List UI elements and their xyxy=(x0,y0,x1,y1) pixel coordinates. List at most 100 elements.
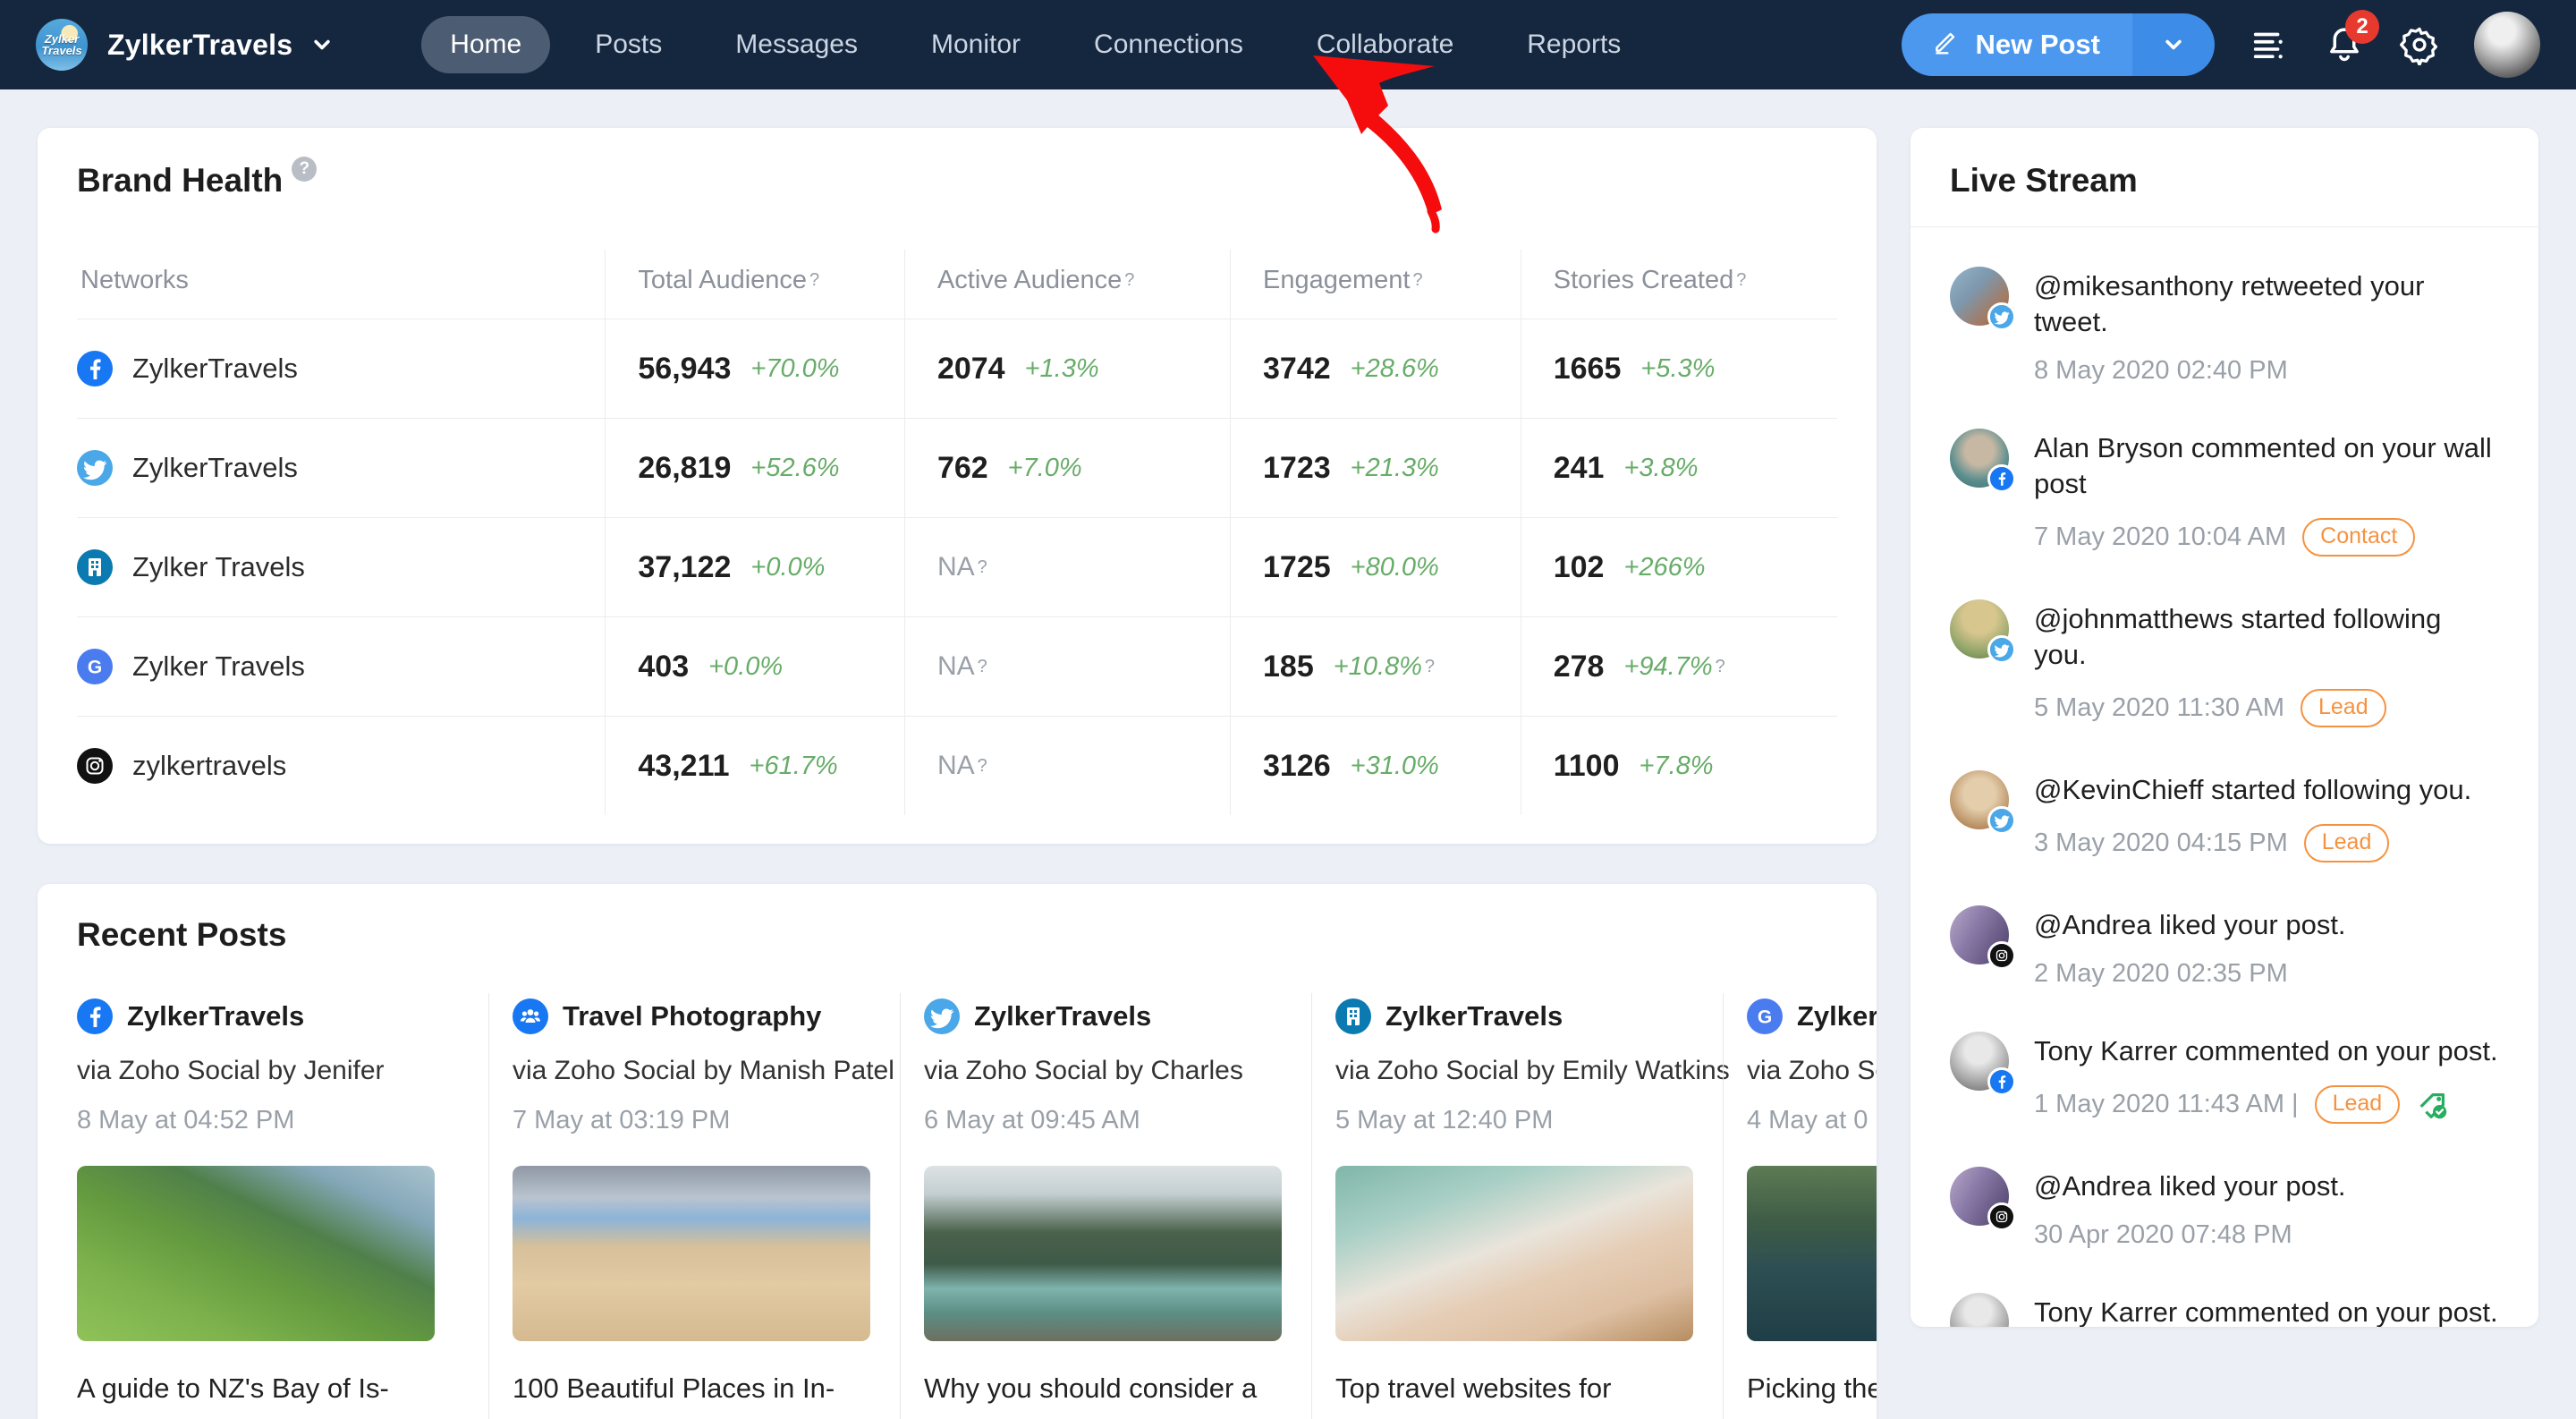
table-row[interactable]: ZylkerTravels 26,819+52.6%762+7.0%1723+2… xyxy=(77,418,1837,517)
timestamp: 2 May 2020 02:35 PM xyxy=(2034,959,2288,989)
feeds-menu-button[interactable] xyxy=(2249,24,2290,65)
live-stream-item[interactable]: @mikesanthony retweeted your tweet. 8 Ma… xyxy=(1950,236,2499,398)
timestamp: 1 May 2020 11:43 AM | xyxy=(2034,1090,2299,1119)
live-stream-item[interactable]: @KevinChieff started following you. 3 Ma… xyxy=(1950,740,2499,875)
notification-count-badge: 2 xyxy=(2345,10,2379,44)
notifications-button[interactable]: 2 xyxy=(2324,24,2365,65)
chevron-down-icon xyxy=(312,35,332,55)
recent-post-card[interactable]: Travel Photography via Zoho Social by Ma… xyxy=(488,993,900,1419)
recent-post-card[interactable]: ZylkerTravels via Zoho Social by Charles… xyxy=(900,993,1311,1419)
post-text: A guide to NZ's Bay of Is-lands. Here is… xyxy=(77,1368,462,1419)
recent-posts-list: ZylkerTravels via Zoho Social by Jenifer… xyxy=(77,993,1837,1419)
post-via: via Zoho Social by Charles xyxy=(924,1056,1284,1086)
post-image xyxy=(513,1166,870,1341)
post-via: via Zoho Social by Manish Patel xyxy=(513,1056,873,1086)
metric-cell: 43,211+61.7% xyxy=(605,717,904,815)
column-header: Stories Created? xyxy=(1521,250,1837,319)
metric-cell: NA? xyxy=(904,518,1230,616)
live-stream-item[interactable]: Tony Karrer commented on your post. 1 Ma… xyxy=(1950,1001,2499,1136)
brand-health-panel: Brand Health ? NetworksTotal Audience?Ac… xyxy=(38,128,1877,844)
brand-switcher[interactable]: ZylkerTravels ZylkerTravels xyxy=(36,19,332,71)
settings-button[interactable] xyxy=(2399,24,2440,65)
metric-cell: 2074+1.3% xyxy=(904,319,1230,418)
live-stream-item[interactable]: @Andrea liked your post. 30 Apr 2020 07:… xyxy=(1950,1136,2499,1262)
post-text: Top travel websites forplanning your nex… xyxy=(1335,1368,1696,1419)
recent-post-card[interactable]: G Zylker via Zoho Sc 4 May at 0 Picking … xyxy=(1723,993,1877,1419)
nav-item-reports[interactable]: Reports xyxy=(1498,16,1649,73)
nav-item-messages[interactable]: Messages xyxy=(707,16,886,73)
metric-cell: 37,122+0.0% xyxy=(605,518,904,616)
live-stream-title: Live Stream xyxy=(1950,162,2499,200)
live-stream-item[interactable]: @Andrea liked your post. 2 May 2020 02:3… xyxy=(1950,875,2499,1001)
column-header: Total Audience? xyxy=(605,250,904,319)
post-account-name: ZylkerTravels xyxy=(127,1000,304,1032)
timestamp: 5 May 2020 11:30 AM xyxy=(2034,693,2284,723)
metric-cell: 1100+7.8% xyxy=(1521,717,1837,815)
new-post-dropdown-button[interactable] xyxy=(2132,13,2215,76)
network-name: Zylker Travels xyxy=(132,551,305,583)
chevron-down-icon xyxy=(2164,35,2183,55)
post-account-name: ZylkerTravels xyxy=(974,1000,1151,1032)
timestamp: 3 May 2020 04:15 PM xyxy=(2034,828,2288,858)
post-image xyxy=(77,1166,435,1341)
table-row[interactable]: ZylkerTravels 56,943+70.0%2074+1.3%3742+… xyxy=(77,319,1837,418)
post-text: 100 Beautiful Places in In-dia http://ww… xyxy=(513,1368,873,1419)
metric-cell: 3126+31.0% xyxy=(1230,717,1521,815)
facebook-icon xyxy=(77,998,113,1034)
live-stream-item[interactable]: Tony Karrer commented on your post. 30 A… xyxy=(1950,1262,2499,1327)
table-row[interactable]: G Zylker Travels 403+0.0%NA?185+10.8%?27… xyxy=(77,616,1837,716)
metric-cell: 278+94.7%? xyxy=(1521,617,1837,716)
table-row[interactable]: Zylker Travels 37,122+0.0%NA?1725+80.0%1… xyxy=(77,517,1837,616)
recent-post-card[interactable]: ZylkerTravels via Zoho Social by Emily W… xyxy=(1311,993,1723,1419)
timestamp: 30 Apr 2020 07:48 PM xyxy=(2034,1220,2292,1250)
metric-cell: 1723+21.3% xyxy=(1230,419,1521,517)
metric-cell: 185+10.8%? xyxy=(1230,617,1521,716)
live-stream-panel: Live Stream @mikesanthony retweeted your… xyxy=(1911,128,2538,1327)
new-post-button[interactable]: New Post xyxy=(1902,13,2132,76)
nav-item-collaborate[interactable]: Collaborate xyxy=(1288,16,1482,73)
live-stream-item[interactable]: Alan Bryson commented on your wall post … xyxy=(1950,398,2499,569)
nav-item-monitor[interactable]: Monitor xyxy=(902,16,1049,73)
new-post-split-button: New Post xyxy=(1902,13,2215,76)
post-date: 8 May at 04:52 PM xyxy=(77,1106,462,1135)
recent-post-card[interactable]: ZylkerTravels via Zoho Social by Jenifer… xyxy=(77,993,488,1419)
linkedin-icon xyxy=(77,549,113,585)
twitter-badge-icon xyxy=(1987,635,2016,664)
svg-text:G: G xyxy=(1758,1007,1772,1028)
nav-item-home[interactable]: Home xyxy=(421,16,550,73)
metric-cell: 102+266% xyxy=(1521,518,1837,616)
facebook-badge-icon xyxy=(1987,464,2016,493)
table-row[interactable]: zylkertravels 43,211+61.7%NA?3126+31.0%1… xyxy=(77,716,1837,815)
twitter-badge-icon xyxy=(1987,302,2016,331)
post-account-name: ZylkerTravels xyxy=(1385,1000,1563,1032)
live-stream-text: Alan Bryson commented on your wall post xyxy=(2034,430,2499,502)
contact-badge: Contact xyxy=(2302,518,2415,557)
post-date: 4 May at 0 xyxy=(1747,1106,1877,1135)
post-image xyxy=(924,1166,1282,1341)
metric-cell: 1725+80.0% xyxy=(1230,518,1521,616)
column-header: Active Audience? xyxy=(904,250,1230,319)
facebook-icon xyxy=(77,351,113,387)
gear-icon xyxy=(2399,24,2440,65)
network-name: zylkertravels xyxy=(132,750,286,782)
googleplus-icon: G xyxy=(77,649,113,684)
recent-posts-panel: Recent Posts ZylkerTravels via Zoho Soci… xyxy=(38,884,1877,1419)
post-date: 6 May at 09:45 AM xyxy=(924,1106,1284,1135)
user-avatar[interactable] xyxy=(2474,12,2540,78)
metric-cell: 762+7.0% xyxy=(904,419,1230,517)
nav-item-connections[interactable]: Connections xyxy=(1065,16,1272,73)
live-stream-text: @johnmatthews started following you. xyxy=(2034,601,2499,673)
live-stream-item[interactable]: @johnmatthews started following you. 5 M… xyxy=(1950,569,2499,740)
metric-cell: 26,819+52.6% xyxy=(605,419,904,517)
column-header: Networks xyxy=(77,250,605,319)
timestamp: 8 May 2020 02:40 PM xyxy=(2034,356,2288,386)
brand-health-table: NetworksTotal Audience?Active Audience?E… xyxy=(77,250,1837,815)
instagram-icon xyxy=(77,748,113,784)
nav-item-posts[interactable]: Posts xyxy=(566,16,691,73)
help-icon[interactable]: ? xyxy=(292,157,317,182)
instagram-badge-icon xyxy=(1987,1202,2016,1231)
live-stream-text: @Andrea liked your post. xyxy=(2034,907,2346,943)
post-image xyxy=(1335,1166,1693,1341)
avatar xyxy=(1950,1293,2009,1327)
lead-badge: Lead xyxy=(2315,1085,2401,1124)
